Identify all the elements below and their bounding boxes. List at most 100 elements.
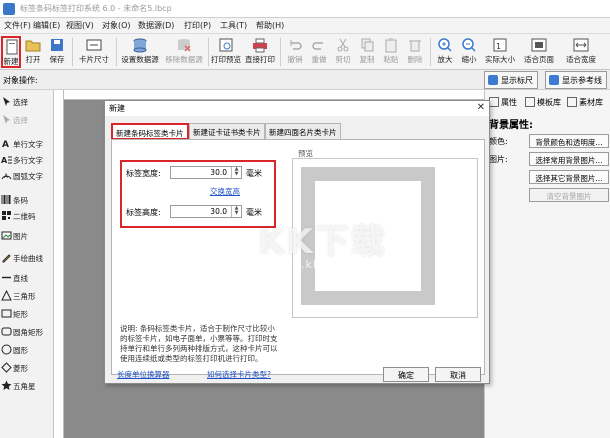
line-icon <box>2 276 11 279</box>
copy-icon <box>361 38 374 52</box>
copy-button[interactable]: 复制 <box>356 36 378 68</box>
height-spinner[interactable]: ▲ ▼ <box>231 206 241 217</box>
menu-tools[interactable]: 工具(T) <box>220 20 247 31</box>
redo-button[interactable]: 重做 <box>308 36 330 68</box>
tab-material-library[interactable]: 素材库 <box>565 94 605 110</box>
menu-print[interactable]: 打印(P) <box>184 20 211 31</box>
new-button[interactable]: 新建 <box>1 36 21 68</box>
fit-page-button[interactable]: 适合页面 <box>520 36 558 68</box>
vertical-ruler <box>54 90 64 438</box>
background-color-button[interactable]: 背景颜色和透明度... <box>529 134 609 148</box>
multiline-text-icon: A <box>1 156 12 165</box>
image-label: 图片: <box>489 155 508 164</box>
tool-panel: 选择 选择 A 单行文字 A 多行文字 A 圆弧文字 条码 二维码 图片 手绘曲… <box>0 90 54 438</box>
tool-select[interactable]: 选择 <box>0 94 54 110</box>
undo-button[interactable]: 撤销 <box>284 36 306 68</box>
menu-view[interactable]: 视图(V) <box>66 20 94 31</box>
show-ruler-button[interactable]: 显示标尺 <box>484 71 538 89</box>
pointer-icon <box>3 115 10 124</box>
ruler-icon <box>488 75 498 85</box>
common-background-image-button[interactable]: 选择常用背景图片... <box>529 152 609 166</box>
tool-single-line-text[interactable]: A 单行文字 <box>0 136 54 152</box>
height-field[interactable]: 30.0 ▲ ▼ <box>170 205 242 218</box>
width-spinner[interactable]: ▲ ▼ <box>231 167 241 178</box>
new-file-icon <box>6 39 18 55</box>
save-icon <box>51 39 63 51</box>
cut-button[interactable]: 剪切 <box>332 36 354 68</box>
watermark-url: www.kkx.net <box>272 258 354 271</box>
delete-button[interactable]: 删除 <box>404 36 426 68</box>
menu-datasource[interactable]: 数据源(D) <box>138 20 174 31</box>
object-operations-bar: 对象操作: 显示标尺 显示参考线 <box>0 70 610 90</box>
tool-barcode[interactable]: 条码 <box>0 192 54 208</box>
title-bar: 标签条码标签打印系统 6.0 - 未命名5.lbcp <box>0 0 610 18</box>
toolbar-separator <box>72 38 73 66</box>
tab-properties[interactable]: 属性 <box>487 94 519 110</box>
unit-converter-link[interactable]: 长度单位换算器 <box>117 369 170 380</box>
circle-icon <box>1 344 12 355</box>
direct-print-button[interactable]: 直接打印 <box>244 36 276 68</box>
color-label: 颜色: <box>489 137 508 146</box>
zoom-in-button[interactable]: 放大 <box>434 36 456 68</box>
object-operations-label: 对象操作: <box>3 76 38 85</box>
menu-bar: 文件(F) 编辑(E) 视图(V) 对象(O) 数据源(D) 打印(P) 工具(… <box>0 18 610 34</box>
card-type-help-link[interactable]: 如何选择卡片类型? <box>207 369 271 380</box>
tool-line[interactable]: 直线 <box>0 270 54 286</box>
menu-edit[interactable]: 编辑(E) <box>33 20 60 31</box>
swap-width-height-link[interactable]: 交换宽高 <box>210 186 240 197</box>
clear-background-image-button[interactable]: 清空背景图片 <box>529 188 609 202</box>
actual-size-icon: 1 <box>493 38 507 52</box>
template-icon <box>525 97 535 107</box>
tool-circle[interactable]: 圆形 <box>0 342 54 358</box>
zoom-out-icon <box>462 38 476 52</box>
menu-file[interactable]: 文件(F) <box>4 20 31 31</box>
dialog-title-bar: 新建 ✕ <box>105 101 489 116</box>
tool-triangle[interactable]: 三角形 <box>0 288 54 304</box>
remove-datasource-button[interactable]: 移除数据源 <box>162 36 206 68</box>
guides-icon <box>549 75 559 85</box>
fit-page-icon <box>531 38 547 52</box>
zoom-out-button[interactable]: 缩小 <box>458 36 480 68</box>
image-icon <box>1 231 12 240</box>
rectangle-icon <box>1 309 12 318</box>
tool-rounded-rectangle[interactable]: 圆角矩形 <box>0 324 54 340</box>
tool-star[interactable]: 五角星 <box>0 378 54 394</box>
tab-id-certificate-card[interactable]: 新建证卡证书类卡片 <box>189 123 265 139</box>
menu-object[interactable]: 对象(O) <box>102 20 131 31</box>
paste-button[interactable]: 粘贴 <box>380 36 402 68</box>
tool-rectangle[interactable]: 矩形 <box>0 306 54 322</box>
show-guides-button[interactable]: 显示参考线 <box>545 71 607 89</box>
tool-qrcode[interactable]: 二维码 <box>0 208 54 224</box>
other-background-image-button[interactable]: 选择其它背景图片... <box>529 170 609 184</box>
cancel-button[interactable]: 取消 <box>435 367 481 382</box>
tool-freehand-curve[interactable]: 手绘曲线 <box>0 250 54 266</box>
ok-button[interactable]: 确定 <box>383 367 429 382</box>
print-preview-button[interactable]: 打印预览 <box>210 36 242 68</box>
fit-width-button[interactable]: 适合宽度 <box>562 36 600 68</box>
watermark-logo: KK下载 <box>258 222 387 262</box>
width-field[interactable]: 30.0 ▲ ▼ <box>170 166 242 179</box>
star-icon <box>1 380 12 390</box>
tool-select-alt[interactable]: 选择 <box>0 112 54 128</box>
redo-icon <box>312 42 323 50</box>
tool-diamond[interactable]: 菱形 <box>0 360 54 376</box>
tab-template-library[interactable]: 模板库 <box>523 94 563 110</box>
tab-barcode-label-card[interactable]: 新建条码标签类卡片 <box>111 123 189 140</box>
app-icon <box>3 3 15 15</box>
actual-size-button[interactable]: 1 实际大小 <box>482 36 518 68</box>
tool-arc-text[interactable]: A 圆弧文字 <box>0 168 54 184</box>
set-datasource-button[interactable]: 设置数据源 <box>118 36 162 68</box>
tool-image[interactable]: 图片 <box>0 228 54 244</box>
tab-four-sided-business-card[interactable]: 新建四面名片类卡片 <box>265 123 341 139</box>
save-button[interactable]: 保存 <box>46 36 68 68</box>
toolbar-separator <box>208 38 209 66</box>
menu-help[interactable]: 帮助(H) <box>256 20 284 31</box>
card-size-button[interactable]: 卡片尺寸 <box>76 36 112 68</box>
open-button[interactable]: 打开 <box>22 36 44 68</box>
property-panel: 属性 模板库 素材库 背景属性: 颜色: 背景颜色和透明度... 图片: 选择常… <box>484 90 610 438</box>
zoom-in-icon <box>438 38 452 52</box>
tool-multi-line-text[interactable]: A 多行文字 <box>0 152 54 168</box>
close-icon[interactable]: ✕ <box>477 102 485 113</box>
properties-icon <box>489 97 499 107</box>
arc-text-icon: A <box>1 173 12 180</box>
